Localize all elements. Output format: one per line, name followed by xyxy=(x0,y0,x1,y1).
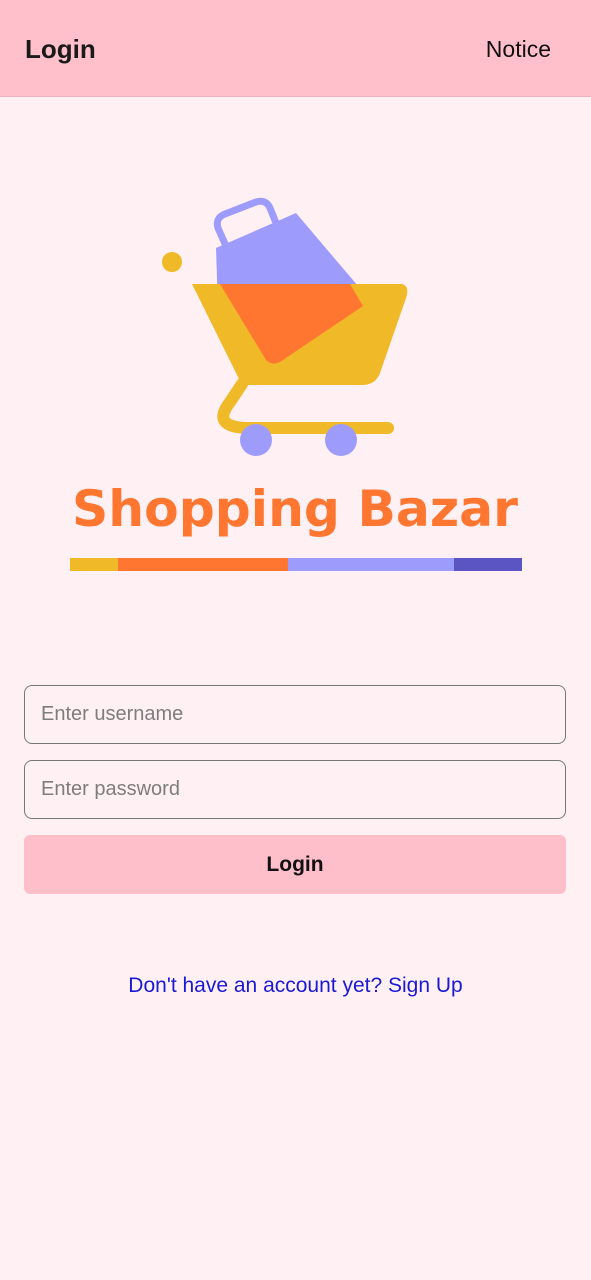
password-input[interactable] xyxy=(24,760,566,819)
shopping-cart-icon xyxy=(162,197,408,456)
login-button[interactable]: Login xyxy=(24,835,566,894)
signup-link[interactable]: Don't have an account yet? Sign Up xyxy=(0,972,591,1000)
notice-button[interactable]: Notice xyxy=(486,34,551,64)
logo-brand-text: Shopping Bazar xyxy=(72,480,518,538)
logo-color-stripe xyxy=(70,558,522,571)
username-input[interactable] xyxy=(24,685,566,744)
shopping-bazar-logo: Shopping Bazar xyxy=(70,197,522,571)
app-header: Login Notice xyxy=(0,0,591,97)
page-title: Login xyxy=(25,34,96,64)
